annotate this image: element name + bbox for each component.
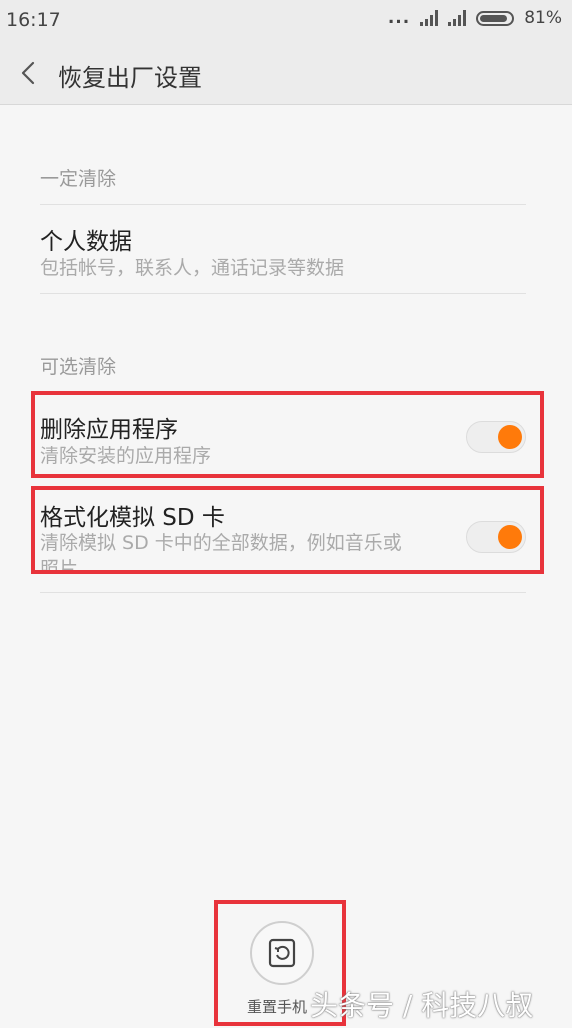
status-bar: 16:17 ... 81% [0, 0, 572, 42]
status-icons: ... 81% [388, 8, 562, 28]
toggle-knob [498, 425, 522, 449]
item-delete-apps-subtitle: 清除安装的应用程序 [40, 445, 212, 467]
signal-icon-2 [448, 10, 467, 26]
section-label-optional: 可选清除 [40, 356, 117, 378]
divider [40, 204, 526, 205]
item-personal-data-title: 个人数据 [40, 229, 132, 255]
reset-phone-button[interactable] [250, 921, 314, 985]
battery-icon [476, 10, 515, 26]
item-personal-data-subtitle: 包括帐号，联系人，通话记录等数据 [40, 257, 345, 279]
divider [40, 592, 526, 593]
item-format-sd-subtitle: 清除模拟 SD 卡中的全部数据，例如音乐或 [40, 532, 402, 554]
reset-icon [268, 938, 296, 968]
item-delete-apps-title: 删除应用程序 [40, 417, 178, 443]
battery-percent: 81% [524, 8, 562, 28]
delete-apps-toggle[interactable] [466, 421, 526, 453]
section-label-required: 一定清除 [40, 168, 117, 190]
page-title: 恢复出厂设置 [58, 64, 202, 92]
back-arrow-icon[interactable] [16, 60, 42, 86]
more-notifications-icon: ... [387, 8, 411, 28]
title-bar: 恢复出厂设置 [0, 42, 572, 105]
signal-icon [420, 10, 439, 26]
toggle-knob [498, 525, 522, 549]
item-format-sd-subtitle-2: 照片 [40, 558, 79, 570]
item-format-sd-title: 格式化模拟 SD 卡 [40, 505, 225, 531]
status-time: 16:17 [6, 9, 61, 31]
watermark: 头条号 / 科技八叔 [310, 989, 534, 1022]
divider [40, 293, 526, 294]
reset-phone-label: 重置手机 [247, 998, 308, 1016]
format-sd-toggle[interactable] [466, 521, 526, 553]
